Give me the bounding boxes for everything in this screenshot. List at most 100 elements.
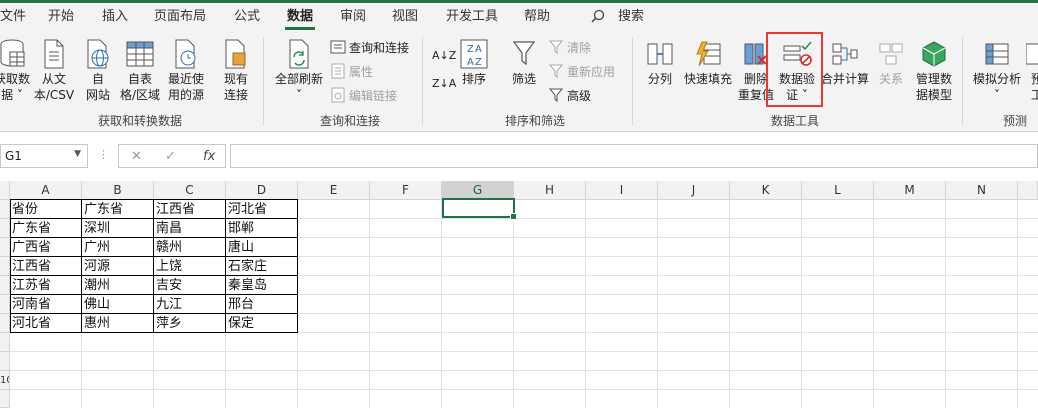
existing-connections-button[interactable]: 现有 连接 <box>218 37 254 103</box>
sort-button[interactable]: ZAAZ 排序 <box>458 37 490 87</box>
table-cell[interactable]: 广东省 <box>10 219 81 238</box>
search-icon[interactable] <box>591 9 605 23</box>
row-header[interactable] <box>0 295 10 314</box>
column-header[interactable]: A <box>10 181 82 200</box>
get-data-button[interactable]: 获取数 据 ˅ <box>0 37 30 103</box>
table-cell[interactable]: 江西省 <box>10 257 81 276</box>
drag-handle-icon[interactable]: ⋮ <box>98 148 109 161</box>
table-cell[interactable]: 深圳 <box>82 219 153 238</box>
table-cell[interactable]: 河北省 <box>226 200 297 219</box>
sort-ascending-button[interactable]: A↓Z <box>432 45 456 65</box>
table-cell[interactable]: 江苏省 <box>10 276 81 295</box>
table-cell[interactable]: 广州 <box>82 238 153 257</box>
manage-data-model-button[interactable]: 管理数 据模型 <box>912 37 956 103</box>
forecast-sheet-button[interactable]: 预 工 <box>1026 37 1038 103</box>
column-header[interactable]: M <box>874 181 946 200</box>
row-header[interactable] <box>0 219 10 238</box>
from-web-button[interactable]: 自 网站 <box>80 37 116 103</box>
flash-fill-button[interactable]: 快速填充 <box>682 37 734 87</box>
tab-data[interactable]: 数据 <box>284 3 316 31</box>
table-cell[interactable]: 潮州 <box>82 276 153 295</box>
tab-search[interactable]: 搜索 <box>618 3 644 31</box>
table-cell[interactable]: 九江 <box>154 295 225 314</box>
column-header[interactable]: C <box>154 181 226 200</box>
row-header[interactable] <box>0 238 10 257</box>
table-cell[interactable]: 河南省 <box>10 295 81 314</box>
select-all-corner[interactable] <box>0 181 10 200</box>
refresh-all-dropdown[interactable]: ˅ <box>296 87 302 103</box>
data-validation-button[interactable]: 数据验 证 ˅ <box>776 37 818 103</box>
table-cell[interactable]: 惠州 <box>82 314 153 333</box>
column-header[interactable]: I <box>586 181 658 200</box>
tab-formulas[interactable]: 公式 <box>234 3 260 31</box>
worksheet-grid[interactable]: A B C D E F G H I J K L M N 10 <box>0 181 1038 408</box>
enter-check-icon[interactable]: ✓ <box>165 149 176 164</box>
relationships-button[interactable]: 关系 <box>874 37 908 87</box>
row-header[interactable] <box>0 390 10 408</box>
table-cell[interactable]: 江西省 <box>154 200 225 219</box>
column-header[interactable]: B <box>82 181 154 200</box>
consolidate-button[interactable]: 合并计算 <box>820 37 870 87</box>
row-header[interactable] <box>0 352 10 371</box>
tab-home[interactable]: 开始 <box>48 3 74 31</box>
row-header[interactable] <box>0 257 10 276</box>
table-cell[interactable]: 河源 <box>82 257 153 276</box>
tab-view[interactable]: 视图 <box>392 3 418 31</box>
queries-connections-button[interactable]: 查询和连接 <box>330 37 409 57</box>
tab-file[interactable]: 文件 <box>0 3 26 31</box>
recent-sources-button[interactable]: 最近使 用的源 <box>164 37 208 103</box>
cancel-icon[interactable]: ✕ <box>131 149 142 164</box>
table-cell[interactable]: 广西省 <box>10 238 81 257</box>
tab-developer[interactable]: 开发工具 <box>446 3 498 31</box>
column-header[interactable]: D <box>226 181 298 200</box>
remove-duplicates-button[interactable]: 删除 重复值 <box>736 37 776 103</box>
from-text-csv-button[interactable]: 从文 本/CSV <box>32 37 76 103</box>
sort-descending-button[interactable]: Z↓A <box>432 73 456 93</box>
table-cell[interactable]: 邢台 <box>226 295 297 314</box>
table-cell[interactable]: 邯郸 <box>226 219 297 238</box>
column-header[interactable]: L <box>802 181 874 200</box>
table-cell[interactable]: 佛山 <box>82 295 153 314</box>
column-header[interactable]: H <box>514 181 586 200</box>
tab-page-layout[interactable]: 页面布局 <box>154 3 206 31</box>
table-cell[interactable]: 广东省 <box>82 200 153 219</box>
tab-review[interactable]: 审阅 <box>340 3 366 31</box>
advanced-filter-button[interactable]: 高级 <box>548 85 591 105</box>
from-table-range-button[interactable]: 自表 格/区域 <box>118 37 162 103</box>
table-cell[interactable]: 南昌 <box>154 219 225 238</box>
table-cell[interactable]: 河北省 <box>10 314 81 333</box>
table-cell[interactable]: 唐山 <box>226 238 297 257</box>
name-box[interactable]: G1 ▼ <box>0 144 88 168</box>
column-header[interactable]: N <box>946 181 1018 200</box>
refresh-all-button[interactable]: 全部刷新 ˅ <box>272 37 326 103</box>
table-cell[interactable]: 吉安 <box>154 276 225 295</box>
row-header[interactable] <box>0 333 10 352</box>
tab-help[interactable]: 帮助 <box>524 3 550 31</box>
column-header[interactable]: F <box>370 181 442 200</box>
column-header[interactable]: E <box>298 181 370 200</box>
chevron-down-icon[interactable]: ▼ <box>74 149 81 159</box>
column-header[interactable]: J <box>658 181 730 200</box>
active-cell-selection[interactable] <box>442 198 517 220</box>
table-cell[interactable]: 省份 <box>10 200 81 219</box>
reapply-button[interactable]: 重新应用 <box>548 61 615 81</box>
row-header[interactable] <box>0 276 10 295</box>
text-to-columns-button[interactable]: 分列 <box>640 37 680 87</box>
clear-filter-button[interactable]: 清除 <box>548 37 591 57</box>
row-header[interactable] <box>0 314 10 333</box>
formula-input[interactable] <box>230 144 1038 168</box>
column-header[interactable] <box>1018 181 1038 200</box>
what-if-analysis-button[interactable]: 模拟分析 ˅ <box>970 37 1024 103</box>
insert-function-icon[interactable]: fx <box>203 149 215 164</box>
edit-links-button[interactable]: 编辑链接 <box>330 85 397 105</box>
column-header[interactable]: K <box>730 181 802 200</box>
table-cell[interactable]: 保定 <box>226 314 297 333</box>
table-cell[interactable]: 石家庄 <box>226 257 297 276</box>
table-cell[interactable]: 萍乡 <box>154 314 225 333</box>
tab-insert[interactable]: 插入 <box>102 3 128 31</box>
properties-button[interactable]: 属性 <box>330 61 373 81</box>
table-cell[interactable]: 赣州 <box>154 238 225 257</box>
filter-button[interactable]: 筛选 <box>506 37 542 87</box>
table-cell[interactable]: 上饶 <box>154 257 225 276</box>
table-cell[interactable]: 秦皇岛 <box>226 276 297 295</box>
